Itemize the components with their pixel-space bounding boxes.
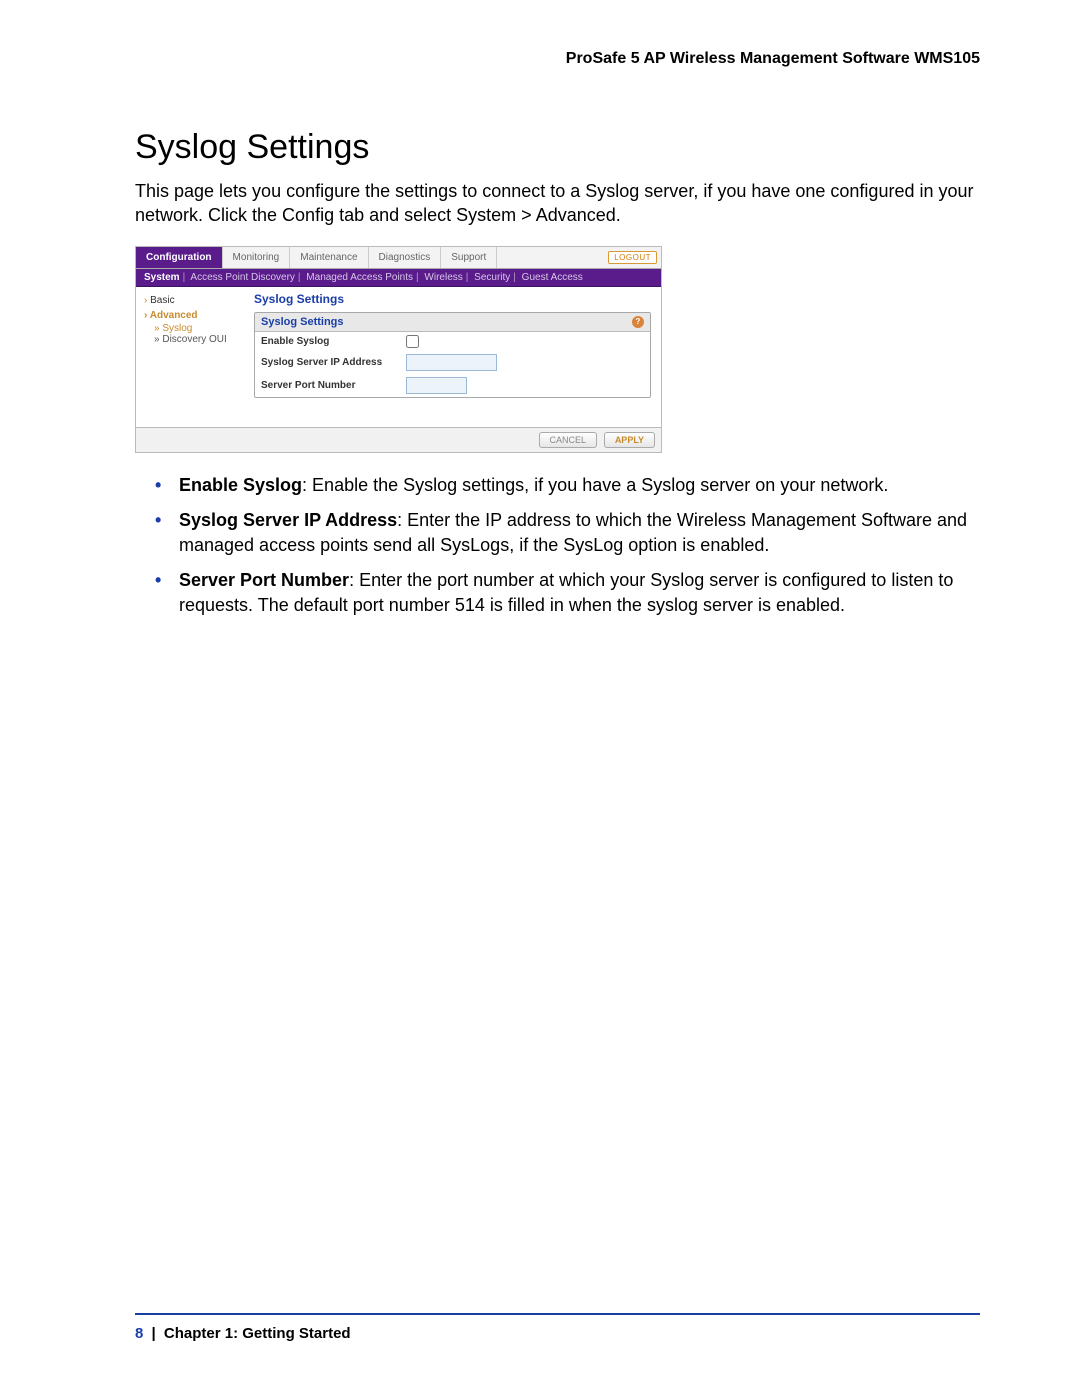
section-intro: This page lets you configure the setting… — [135, 179, 980, 228]
panel-footer: CANCEL APPLY — [136, 427, 661, 452]
document-header: ProSafe 5 AP Wireless Management Softwar… — [135, 50, 980, 68]
subnav-guest-access[interactable]: Guest Access — [522, 272, 583, 283]
enable-syslog-checkbox[interactable] — [406, 335, 419, 348]
syslog-ip-label: Syslog Server IP Address — [261, 357, 406, 368]
logout-button[interactable]: LOGOUT — [608, 251, 657, 264]
syslog-panel: Syslog Settings ? Enable Syslog Syslog S… — [254, 312, 651, 398]
left-sidebar: Basic Advanced Syslog Discovery OUI — [136, 287, 249, 427]
subnav-ap-discovery[interactable]: Access Point Discovery — [190, 272, 294, 283]
chapter-label: Chapter 1: Getting Started — [164, 1325, 351, 1342]
page-footer: 8 | Chapter 1: Getting Started — [135, 1313, 980, 1342]
apply-button[interactable]: APPLY — [604, 432, 655, 448]
main-tab-row: Configuration Monitoring Maintenance Dia… — [136, 247, 661, 269]
description-list: Enable Syslog: Enable the Syslog setting… — [155, 473, 980, 619]
tab-maintenance[interactable]: Maintenance — [290, 247, 368, 268]
tab-diagnostics[interactable]: Diagnostics — [369, 247, 442, 268]
tab-monitoring[interactable]: Monitoring — [223, 247, 291, 268]
sub-nav: System| Access Point Discovery| Managed … — [136, 269, 661, 287]
sidebar-item-advanced[interactable]: Advanced — [144, 308, 249, 323]
embedded-screenshot: Configuration Monitoring Maintenance Dia… — [135, 246, 662, 453]
subnav-wireless[interactable]: Wireless — [424, 272, 462, 283]
server-port-input[interactable] — [406, 377, 467, 394]
syslog-ip-input[interactable] — [406, 354, 497, 371]
page-number: 8 — [135, 1325, 143, 1342]
subnav-system[interactable]: System — [144, 272, 180, 283]
sidebar-item-syslog[interactable]: Syslog — [144, 323, 249, 334]
subnav-security[interactable]: Security — [474, 272, 510, 283]
content-page-title: Syslog Settings — [254, 292, 651, 306]
section-title: Syslog Settings — [135, 128, 980, 167]
cancel-button[interactable]: CANCEL — [539, 432, 598, 448]
subnav-managed-ap[interactable]: Managed Access Points — [306, 272, 413, 283]
tab-configuration[interactable]: Configuration — [136, 247, 223, 268]
panel-header-label: Syslog Settings — [261, 316, 344, 328]
tab-support[interactable]: Support — [441, 247, 497, 268]
list-item: Syslog Server IP Address: Enter the IP a… — [155, 508, 980, 558]
enable-syslog-label: Enable Syslog — [261, 336, 406, 347]
sidebar-item-basic[interactable]: Basic — [144, 293, 249, 308]
help-icon[interactable]: ? — [632, 316, 644, 328]
list-item: Server Port Number: Enter the port numbe… — [155, 568, 980, 618]
server-port-label: Server Port Number — [261, 380, 406, 391]
footer-separator: | — [148, 1325, 160, 1342]
sidebar-item-discovery-oui[interactable]: Discovery OUI — [144, 334, 249, 345]
list-item: Enable Syslog: Enable the Syslog setting… — [155, 473, 980, 498]
